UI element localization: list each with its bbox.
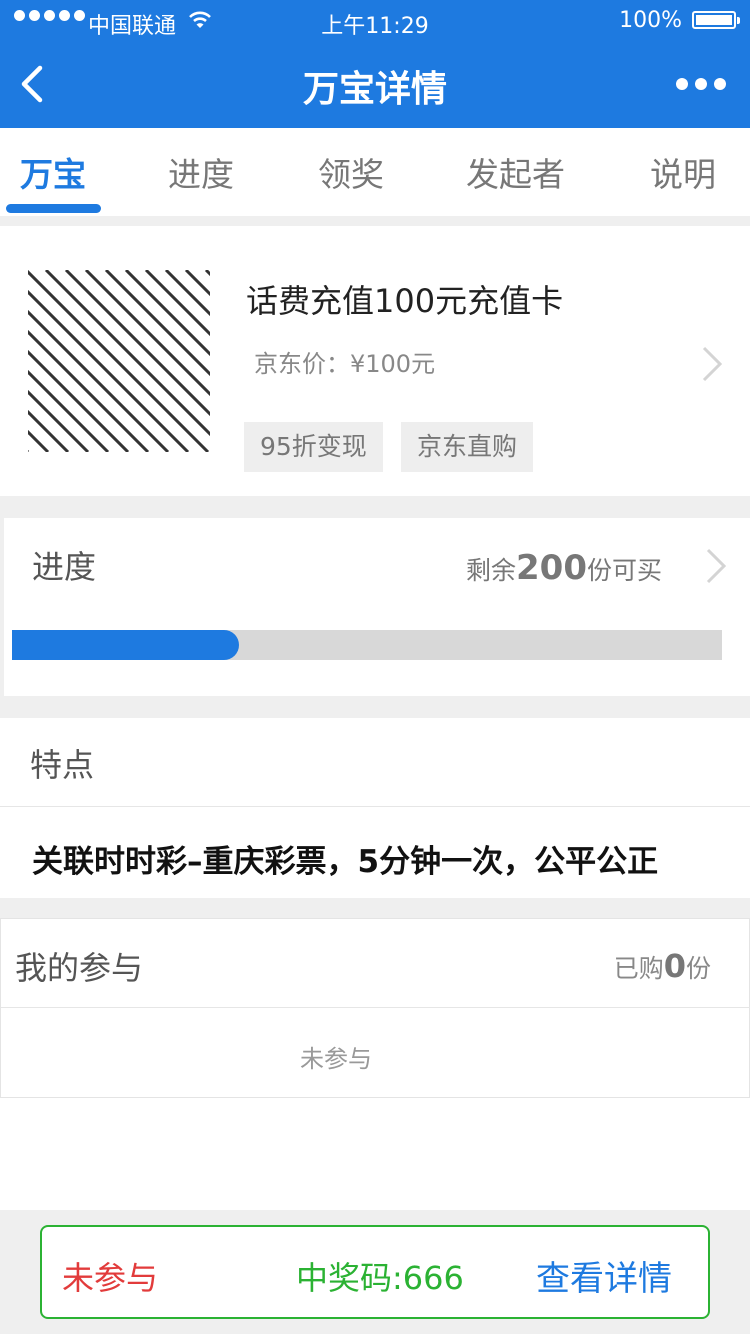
participation-status: 未参与 (62, 1259, 159, 1297)
product-price: 京东价：¥100元 (254, 350, 436, 378)
battery-percent: 100% (619, 8, 682, 33)
divider (0, 806, 750, 807)
view-details-button[interactable]: 查看详情 (536, 1251, 672, 1300)
chevron-right-icon (706, 548, 727, 584)
content-spacer (0, 1098, 750, 1210)
tab-prize[interactable]: 领奖 (318, 148, 384, 196)
tab-wanbao[interactable]: 万宝 (20, 148, 86, 196)
features-card: 特点 关联时时彩–重庆彩票，5分钟一次，公平公正 (0, 718, 750, 898)
remaining-count: 200 (516, 548, 587, 588)
bought-count-text: 已购0份 (613, 947, 711, 985)
progress-bar (12, 630, 722, 660)
not-participated-text: 未参与 (300, 1045, 372, 1073)
bought-count: 0 (663, 947, 686, 985)
battery-icon (692, 11, 740, 29)
progress-card[interactable]: 进度 剩余200份可买 (4, 518, 750, 696)
product-image-placeholder (28, 270, 210, 452)
page-title: 万宝详情 (302, 69, 447, 110)
progress-title: 进度 (32, 548, 97, 586)
tab-progress[interactable]: 进度 (168, 148, 234, 196)
tab-bar: 万宝 进度 领奖 发起者 说明 (0, 128, 750, 216)
chevron-right-icon (702, 346, 723, 382)
product-card[interactable]: 话费充值100元充值卡 京东价：¥100元 95折变现 京东直购 (0, 226, 750, 496)
active-tab-indicator (6, 204, 101, 213)
more-dots-icon[interactable] (676, 78, 726, 90)
product-name: 话费充值100元充值卡 (246, 282, 564, 320)
status-bar: 中国联通 上午11:29 100% (0, 0, 750, 42)
progress-bar-fill (12, 630, 240, 660)
remaining-count-text: 剩余200份可买 (465, 548, 662, 588)
features-title: 特点 (30, 746, 95, 784)
tag-discount: 95折变现 (244, 422, 383, 472)
divider (1, 1007, 750, 1008)
tab-description[interactable]: 说明 (650, 148, 716, 196)
features-text: 关联时时彩–重庆彩票，5分钟一次，公平公正 (32, 844, 659, 880)
bottom-action-bar: 未参与 中奖码:666 查看详情 (40, 1225, 710, 1319)
participation-card: 我的参与 已购0份 未参与 (0, 918, 750, 1098)
participation-title: 我的参与 (15, 949, 144, 987)
navigation-bar: 万宝详情 (0, 42, 750, 128)
winning-code: 中奖码:666 (296, 1259, 464, 1297)
tag-jd-direct: 京东直购 (401, 422, 534, 472)
tab-initiator[interactable]: 发起者 (466, 148, 565, 196)
